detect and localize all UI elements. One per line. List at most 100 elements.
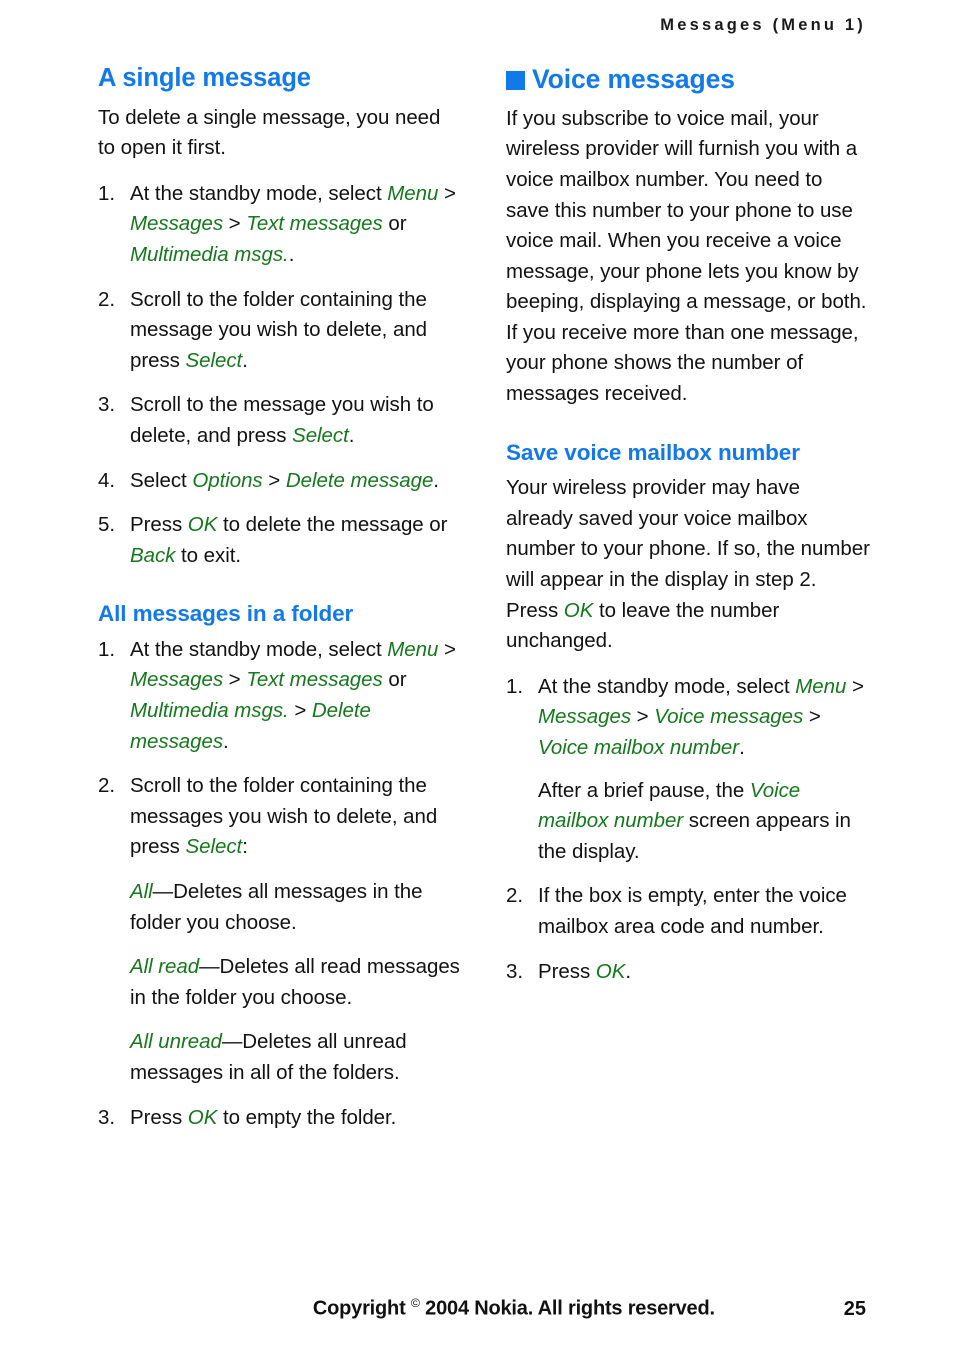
ui-reference: Multimedia msgs. [130, 699, 289, 723]
paragraph-a-single-message-intro: To delete a single message, you need to … [98, 105, 441, 160]
heading-voice-messages-label: Voice messages [532, 64, 735, 94]
two-column-body: A single message To delete a single mess… [98, 64, 870, 1133]
text-run: or [382, 212, 407, 236]
text-run: Select [130, 468, 193, 492]
ui-reference: Messages [538, 705, 632, 729]
paragraph-voice-messages-body: If you subscribe to voice mail, your wir… [506, 106, 867, 406]
ui-reference: Delete message [285, 468, 434, 492]
copyright-prefix: Copyright [312, 1298, 411, 1320]
ui-reference: Voice mailbox number [538, 735, 740, 759]
page-number: 25 [843, 1298, 866, 1320]
ui-reference: Select [292, 423, 349, 447]
step-item: 3. Scroll to the message you wish to dele… [98, 390, 462, 451]
step-text: Scroll to the folder containing the mess… [130, 288, 427, 372]
step-item: 3. Press OK to empty the folder. [98, 1103, 462, 1134]
text-run: . [433, 468, 439, 492]
text-run: Press [130, 1105, 188, 1129]
step-number: 1. [98, 637, 115, 661]
ui-reference: Select [185, 835, 243, 859]
text-run: > [803, 705, 821, 729]
text-run: At the standby mode, select [130, 181, 388, 205]
text-run: > [438, 181, 456, 205]
ui-reference: Menu [387, 181, 439, 205]
text-run: to delete the message or [217, 513, 448, 537]
ui-reference: Text messages [246, 668, 383, 692]
ui-reference: Options [192, 468, 263, 492]
text-run: > [288, 699, 312, 723]
ui-reference: Menu [387, 637, 439, 661]
step-text: At the standby mode, select Menu > Messa… [130, 182, 456, 266]
ui-reference: Select [185, 348, 243, 372]
ui-reference: OK [563, 598, 594, 622]
text-run: . [242, 348, 248, 372]
text-run: At the standby mode, select [130, 637, 388, 661]
ui-reference: Messages [130, 212, 224, 236]
copyright-symbol: © [410, 1296, 420, 1311]
definition-term: All read [130, 955, 200, 979]
text-run: > [846, 674, 864, 698]
step-subparagraph: After a brief pause, the Voice mailbox n… [538, 776, 870, 868]
ui-reference: OK [187, 1105, 218, 1129]
ui-reference: Messages [130, 668, 224, 692]
step-item: 2. If the box is empty, enter the voice m… [506, 881, 870, 942]
step-number: 1. [506, 674, 523, 698]
text-run: > [223, 668, 247, 692]
text-run: Scroll to the folder containing the mess… [130, 287, 428, 372]
ui-reference: OK [595, 959, 626, 983]
ui-reference: Voice messages [654, 705, 804, 729]
step-text: At the standby mode, select Menu > Messa… [538, 675, 864, 759]
step-text: Press OK to empty the folder. [130, 1106, 396, 1129]
text-run: > [438, 637, 456, 661]
step-item: 1. At the standby mode, select Menu > Mes… [98, 179, 462, 271]
step-number: 2. [506, 884, 523, 908]
text-run: Press [538, 959, 596, 983]
text-run: If the box is empty, enter the voice mai… [538, 884, 847, 938]
text-run: After a brief pause, the [538, 778, 750, 802]
running-header: Messages (Menu 1) [660, 16, 866, 34]
step-item: 2. Scroll to the folder containing the me… [98, 285, 462, 377]
step-text: Select Options > Delete message. [130, 469, 439, 492]
text-run: . [288, 242, 295, 266]
step-text: Scroll to the folder containing the mess… [130, 774, 437, 858]
text-run: to exit. [175, 543, 242, 567]
step-item: 1. At the standby mode, select Menu > Mes… [98, 635, 462, 757]
text-run: > [631, 705, 655, 729]
ui-reference: Back [130, 543, 176, 567]
step-text: Scroll to the message you wish to delete… [130, 393, 434, 447]
text-run: . [739, 735, 745, 759]
step-item: 4. Select Options > Delete message. [98, 466, 462, 497]
heading-all-messages-in-a-folder: All messages in a folder [98, 601, 354, 627]
steps-save-voice-mailbox-number: 1. At the standby mode, select Menu > Mes… [506, 672, 870, 987]
step-number: 4. [98, 468, 115, 492]
text-run: Scroll to the message you wish to delete… [130, 393, 434, 447]
text-run: : [242, 835, 248, 859]
definition-term: All unread [130, 1030, 222, 1054]
step-number: 3. [506, 959, 523, 983]
step-item: 5. Press OK to delete the message or Back… [98, 510, 462, 571]
step-text: At the standby mode, select Menu > Messa… [130, 638, 456, 753]
definition-item: All read—Deletes all read messages in th… [130, 952, 462, 1013]
text-run: to empty the folder. [217, 1105, 397, 1129]
paragraph-save-voice-mailbox-intro: Your wireless provider may have already … [506, 473, 870, 657]
ui-reference: OK [187, 513, 218, 537]
ui-reference: Menu [795, 674, 847, 698]
text-run: or [382, 668, 407, 692]
step-number: 3. [98, 1105, 115, 1129]
definition-description: —Deletes all messages in the folder you … [130, 880, 423, 934]
document-page: Messages (Menu 1) A single message To de… [0, 0, 954, 1353]
blue-square-bullet-icon [506, 70, 525, 90]
text-run: . [348, 423, 355, 447]
text-run: At the standby mode, select [538, 674, 796, 698]
steps-all-messages-in-a-folder: 1. At the standby mode, select Menu > Mes… [98, 635, 462, 1133]
text-run: . [223, 729, 229, 753]
step-number: 2. [98, 774, 115, 798]
heading-save-voice-mailbox-number: Save voice mailbox number [506, 439, 800, 465]
step-text: If the box is empty, enter the voice mai… [538, 884, 847, 938]
definition-item: All—Deletes all messages in the folder y… [130, 877, 462, 938]
text-run: > [223, 212, 247, 236]
text-run: . [625, 959, 631, 983]
step-item: 3. Press OK. [506, 957, 870, 988]
step-text: Press OK. [538, 960, 631, 983]
heading-a-single-message: A single message [98, 64, 311, 92]
steps-a-single-message: 1. At the standby mode, select Menu > Mes… [98, 179, 462, 572]
